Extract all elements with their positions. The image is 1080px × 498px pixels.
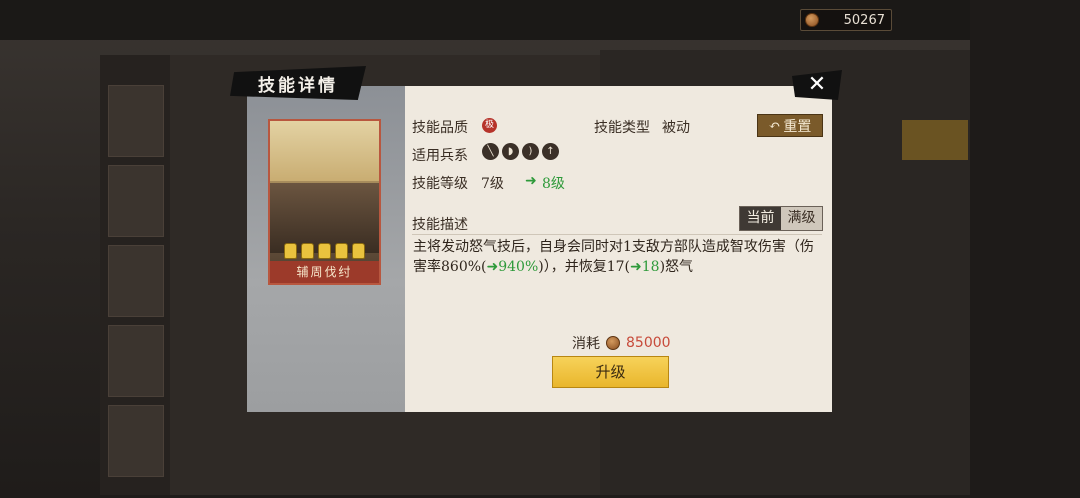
skill-name: 辅周伐纣 (270, 261, 379, 283)
reset-label: 重置 (783, 118, 812, 135)
skill-stars (270, 243, 379, 259)
type-label: 技能类型 (594, 120, 650, 136)
star-icon (301, 243, 314, 259)
tab-current[interactable]: 当前 (740, 207, 781, 230)
close-icon: ✕ (807, 72, 827, 97)
troops-label: 适用兵系 (412, 148, 468, 164)
bow-icon: ) (522, 143, 539, 160)
quality-label: 技能品质 (412, 120, 468, 136)
copper-currency: 50267 (800, 9, 892, 31)
desc-upgrade-value: ➜940% (486, 259, 539, 275)
level-next: 8级 (542, 176, 565, 192)
dialog-left-panel: 辅周伐纣 (247, 86, 405, 412)
skill-detail-dialog: 辅周伐纣 技能品质 极 技能类型 被动 ↶ 重置 适用兵系 ╲ ◗ ) ↑ 技能… (247, 86, 832, 412)
upgrade-button[interactable]: 升级 (552, 356, 669, 388)
reset-button[interactable]: ↶ 重置 (757, 114, 823, 137)
star-icon (352, 243, 365, 259)
skill-card: 辅周伐纣 (268, 119, 381, 285)
description-text: 主将发动怒气技后，自身会同时对1支敌方部队造成智攻伤害（伤害率860%(➜940… (413, 237, 823, 277)
desc-upgrade-value: ➜18 (630, 259, 660, 275)
description-label: 技能描述 (412, 217, 468, 233)
shield-icon: ◗ (502, 143, 519, 160)
hero-list-column (100, 55, 170, 495)
hero-tile (108, 165, 164, 237)
currency-amount: 50267 (843, 12, 885, 28)
hero-tile (108, 85, 164, 157)
desc-part: )），并恢复17( (538, 259, 631, 275)
hero-tile (108, 245, 164, 317)
copper-coin-icon (606, 336, 620, 350)
dialog-title: 技能详情 (258, 75, 338, 96)
hero-tile (108, 405, 164, 477)
gold-tab (902, 120, 968, 160)
type-value: 被动 (662, 120, 690, 136)
quality-badge: 极 (482, 118, 497, 133)
cost-label: 消耗 (572, 336, 600, 352)
level-label: 技能等级 (412, 176, 468, 192)
tab-max-level[interactable]: 满级 (781, 207, 822, 230)
troop-icons: ╲ ◗ ) ↑ (482, 143, 559, 160)
star-icon (318, 243, 331, 259)
star-icon (335, 243, 348, 259)
right-strip (970, 0, 1080, 498)
halberd-icon: ↑ (542, 143, 559, 160)
desc-part: )怒气 (659, 259, 694, 275)
copper-coin-icon (805, 13, 819, 27)
level-current: 7级 (481, 176, 504, 192)
description-divider (412, 234, 822, 235)
star-icon (284, 243, 297, 259)
cost-value: 85000 (626, 335, 671, 351)
upgrade-cost: 消耗 85000 (572, 333, 671, 353)
undo-icon: ↶ (768, 117, 781, 134)
level-arrow-icon: ➜ (525, 173, 537, 189)
card-art-sky (270, 121, 379, 181)
description-toggle: 当前 满级 (739, 206, 823, 231)
top-bar (0, 0, 1080, 40)
spear-icon: ╲ (482, 143, 499, 160)
hero-tile (108, 325, 164, 397)
